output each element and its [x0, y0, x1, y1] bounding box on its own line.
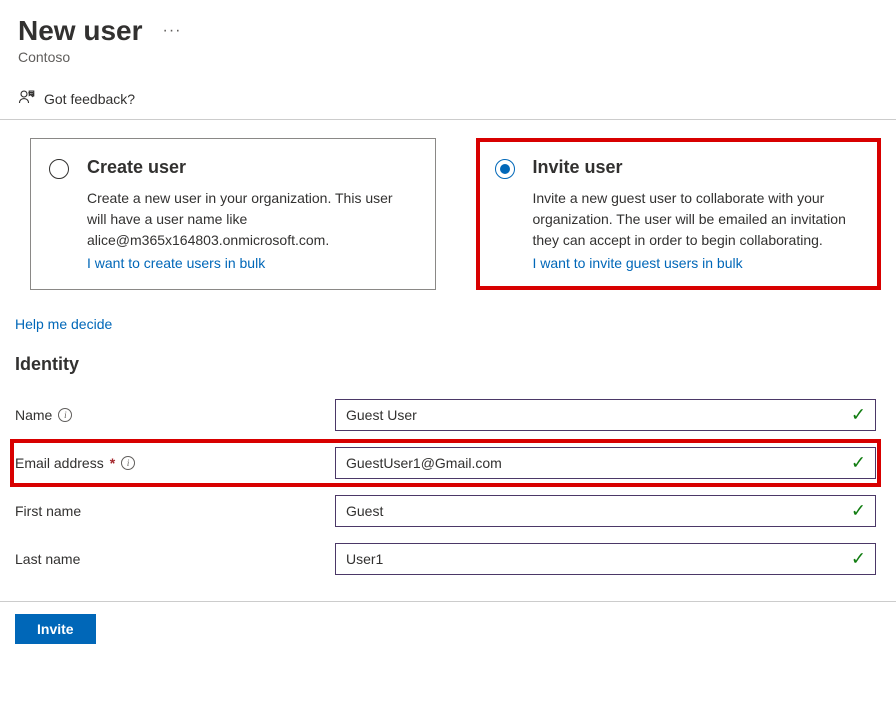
option-invite-user[interactable]: Invite user Invite a new guest user to c…	[476, 138, 882, 290]
row-first-name: First name ✓	[10, 487, 881, 535]
feedback-text: Got feedback?	[44, 91, 135, 107]
radio-create-user[interactable]	[49, 159, 69, 179]
first-name-input[interactable]	[335, 495, 876, 527]
row-last-name: Last name ✓	[10, 535, 881, 583]
label-name: Name	[15, 407, 52, 423]
invite-bulk-link[interactable]: I want to invite guest users in bulk	[533, 255, 743, 271]
create-bulk-link[interactable]: I want to create users in bulk	[87, 255, 265, 271]
info-icon[interactable]: i	[58, 408, 72, 422]
name-input[interactable]	[335, 399, 876, 431]
more-icon[interactable]: ···	[163, 22, 182, 40]
invite-button[interactable]: Invite	[15, 614, 96, 644]
option-create-title: Create user	[87, 157, 415, 178]
check-icon: ✓	[851, 405, 866, 426]
label-email: Email address	[15, 455, 104, 471]
last-name-input[interactable]	[335, 543, 876, 575]
option-create-desc: Create a new user in your organization. …	[87, 188, 415, 251]
feedback-row[interactable]: Got feedback?	[0, 70, 896, 120]
row-email: Email address * i ✓	[10, 439, 881, 487]
label-last-name: Last name	[15, 551, 80, 567]
feedback-icon	[18, 88, 36, 109]
check-icon: ✓	[851, 453, 866, 474]
org-subtitle: Contoso	[18, 49, 881, 65]
option-invite-desc: Invite a new guest user to collaborate w…	[533, 188, 861, 251]
check-icon: ✓	[851, 549, 866, 570]
identity-section-title: Identity	[0, 332, 896, 383]
radio-invite-user[interactable]	[495, 159, 515, 179]
help-me-decide-link[interactable]: Help me decide	[0, 302, 112, 332]
option-invite-title: Invite user	[533, 157, 861, 178]
label-first-name: First name	[15, 503, 81, 519]
page-title: New user	[18, 15, 143, 47]
required-star: *	[110, 455, 115, 471]
row-name: Name i ✓	[10, 391, 881, 439]
info-icon[interactable]: i	[121, 456, 135, 470]
option-create-user[interactable]: Create user Create a new user in your or…	[30, 138, 436, 290]
email-input[interactable]	[335, 447, 876, 479]
check-icon: ✓	[851, 501, 866, 522]
